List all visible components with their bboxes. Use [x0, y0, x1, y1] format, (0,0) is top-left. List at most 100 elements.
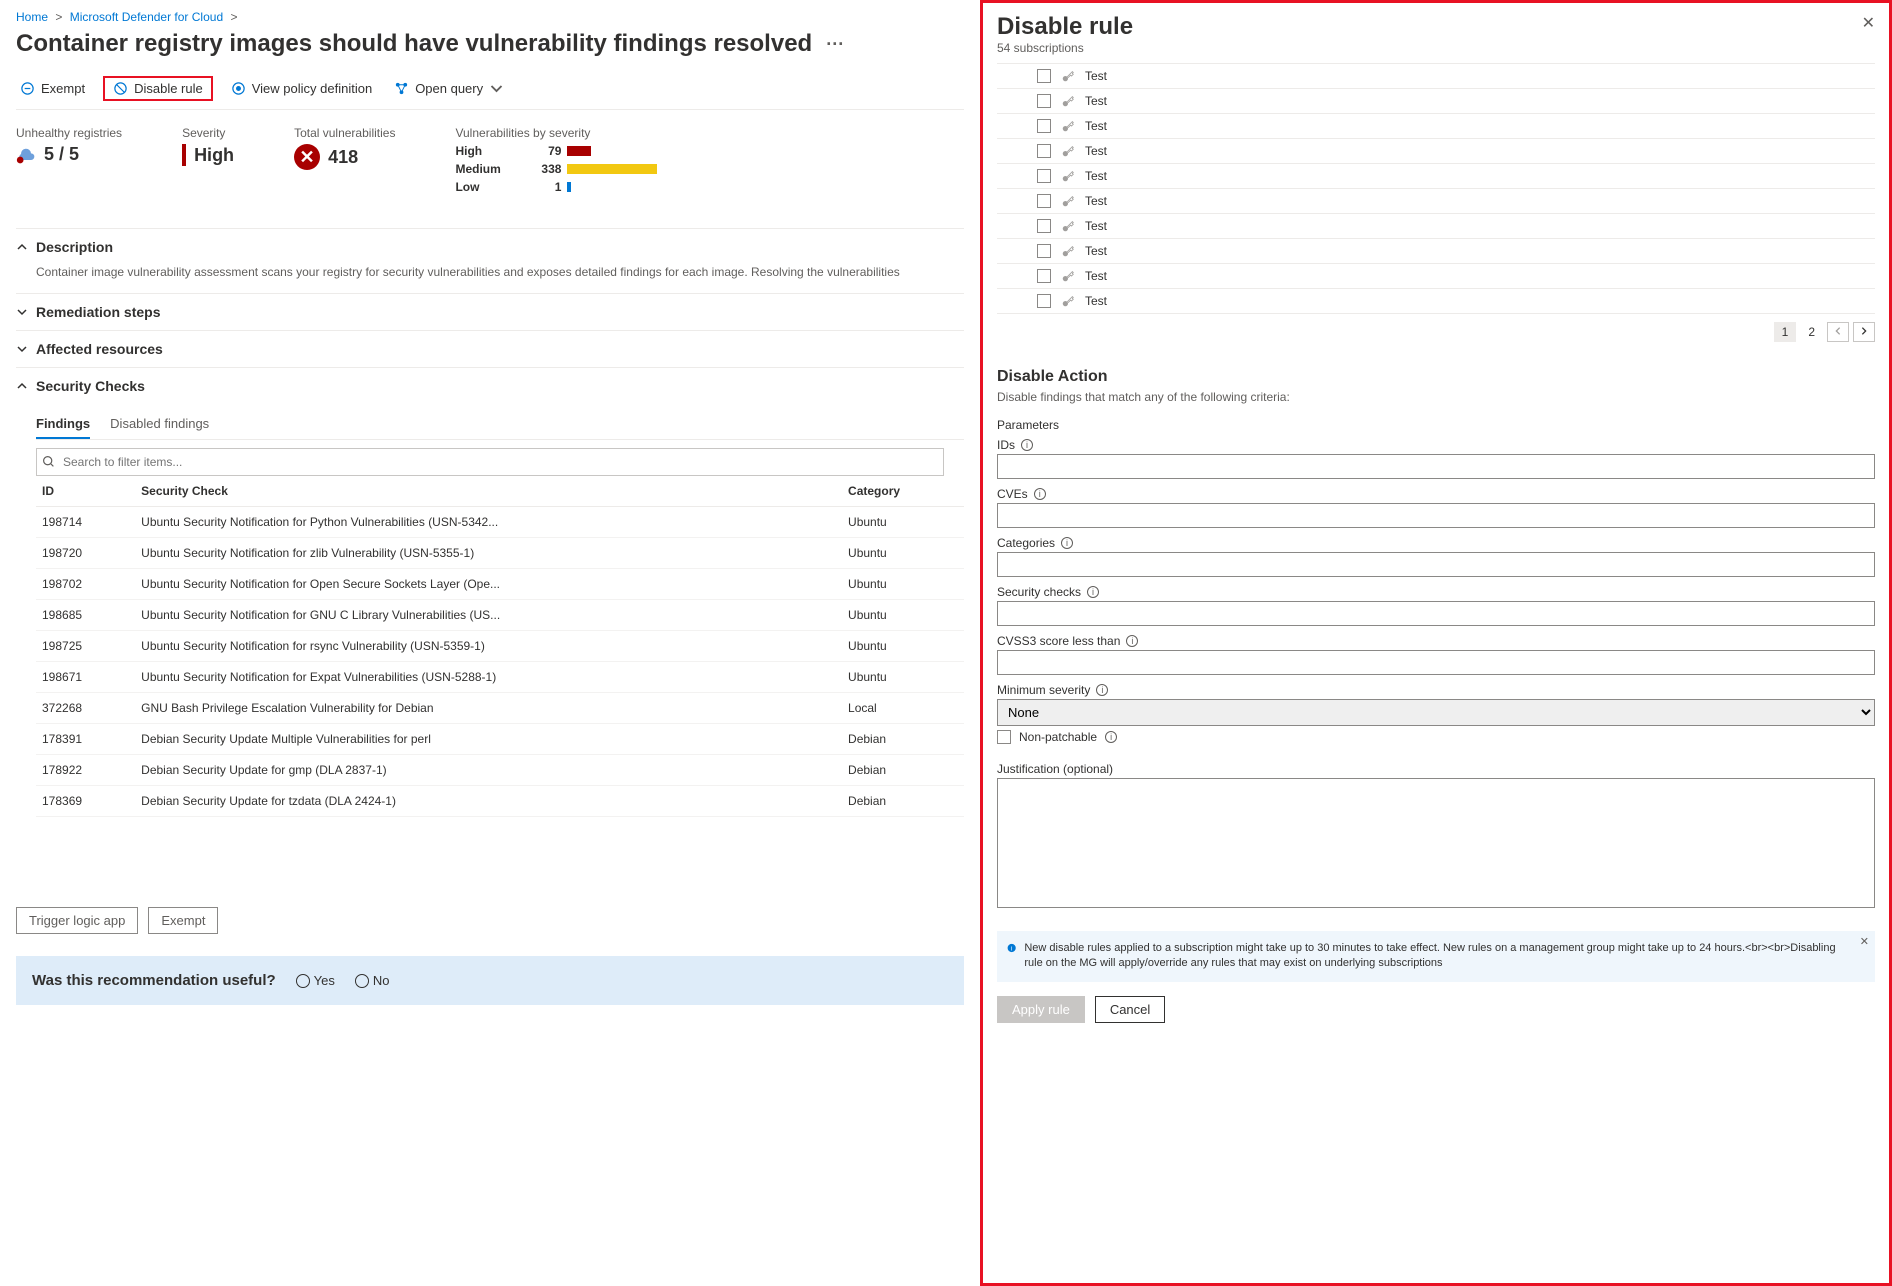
page-2[interactable]: 2	[1800, 322, 1823, 342]
key-icon	[1061, 119, 1075, 133]
breadcrumb-mdc[interactable]: Microsoft Defender for Cloud	[70, 10, 223, 24]
policy-icon	[231, 81, 246, 96]
cves-field[interactable]	[997, 503, 1875, 528]
categories-label: Categoriesi	[997, 536, 1875, 550]
page-title: Container registry images should have vu…	[16, 30, 964, 58]
table-row[interactable]: 198685Ubuntu Security Notification for G…	[36, 600, 964, 631]
section-checks-header[interactable]: Security Checks	[16, 368, 964, 404]
info-icon[interactable]: i	[1096, 684, 1108, 696]
subscription-checkbox[interactable]	[1037, 169, 1051, 183]
table-row[interactable]: 372268GNU Bash Privilege Escalation Vuln…	[36, 693, 964, 724]
view-policy-button[interactable]: View policy definition	[227, 79, 376, 98]
table-row[interactable]: 198720Ubuntu Security Notification for z…	[36, 538, 964, 569]
subscription-row[interactable]: Test	[997, 64, 1875, 89]
info-icon[interactable]: i	[1061, 537, 1073, 549]
section-description-header[interactable]: Description	[16, 229, 964, 265]
table-row[interactable]: 178369Debian Security Update for tzdata …	[36, 786, 964, 817]
subscription-row[interactable]: Test	[997, 214, 1875, 239]
subscription-row[interactable]: Test	[997, 139, 1875, 164]
disable-rule-button[interactable]: Disable rule	[103, 76, 213, 101]
subscription-checkbox[interactable]	[1037, 69, 1051, 83]
more-icon[interactable]: ···	[826, 34, 844, 55]
subscription-row[interactable]: Test	[997, 289, 1875, 314]
info-icon[interactable]: i	[1034, 488, 1046, 500]
disable-rule-panel: Disable rule 54 subscriptions ✕ Test Tes…	[980, 0, 1892, 1286]
info-icon[interactable]: i	[1126, 635, 1138, 647]
trigger-logic-app-button[interactable]: Trigger logic app	[16, 907, 138, 934]
open-query-button[interactable]: Open query	[390, 79, 508, 98]
col-id[interactable]: ID	[36, 476, 135, 507]
min-sev-label: Minimum severityi	[997, 683, 1875, 697]
subscription-checkbox[interactable]	[1037, 244, 1051, 258]
tab-disabled-findings[interactable]: Disabled findings	[110, 410, 209, 439]
subscription-checkbox[interactable]	[1037, 219, 1051, 233]
min-severity-select[interactable]: None	[997, 699, 1875, 726]
chevron-left-icon	[1833, 326, 1843, 336]
metric-severity: Severity High	[182, 126, 234, 198]
notice-close-icon[interactable]: ✕	[1860, 935, 1869, 950]
subscription-row[interactable]: Test	[997, 114, 1875, 139]
subscription-row[interactable]: Test	[997, 239, 1875, 264]
chevron-up-icon	[16, 241, 28, 253]
col-check[interactable]: Security Check	[135, 476, 842, 507]
subscription-row[interactable]: Test	[997, 89, 1875, 114]
apply-rule-button[interactable]: Apply rule	[997, 996, 1085, 1023]
parameters-label: Parameters	[997, 418, 1875, 432]
page-1[interactable]: 1	[1774, 322, 1797, 342]
subscription-checkbox[interactable]	[1037, 194, 1051, 208]
non-patchable-checkbox[interactable]	[997, 730, 1011, 744]
bar-medium-icon	[567, 164, 657, 174]
subscription-row[interactable]: Test	[997, 189, 1875, 214]
info-icon[interactable]: i	[1105, 731, 1117, 743]
info-icon[interactable]: i	[1087, 586, 1099, 598]
disable-action-title: Disable Action	[997, 368, 1875, 386]
table-row[interactable]: 178922Debian Security Update for gmp (DL…	[36, 755, 964, 786]
section-affected-header[interactable]: Affected resources	[16, 331, 964, 367]
key-icon	[1061, 219, 1075, 233]
page-prev[interactable]	[1827, 322, 1849, 342]
subscription-checkbox[interactable]	[1037, 94, 1051, 108]
categories-field[interactable]	[997, 552, 1875, 577]
info-icon[interactable]: i	[1021, 439, 1033, 451]
subscription-row[interactable]: Test	[997, 164, 1875, 189]
key-icon	[1061, 69, 1075, 83]
key-icon	[1061, 94, 1075, 108]
section-remediation-header[interactable]: Remediation steps	[16, 294, 964, 330]
feedback-yes[interactable]: Yes	[296, 973, 335, 988]
table-row[interactable]: 198725Ubuntu Security Notification for r…	[36, 631, 964, 662]
checks-field[interactable]	[997, 601, 1875, 626]
severity-bar-icon	[182, 144, 186, 166]
cves-label: CVEsi	[997, 487, 1875, 501]
subscription-checkbox[interactable]	[1037, 294, 1051, 308]
subscription-checkbox[interactable]	[1037, 269, 1051, 283]
feedback-no[interactable]: No	[355, 973, 390, 988]
panel-subtitle: 54 subscriptions	[997, 41, 1133, 55]
metric-total: Total vulnerabilities ✕418	[294, 126, 395, 198]
ids-field[interactable]	[997, 454, 1875, 479]
cvss-label: CVSS3 score less thani	[997, 634, 1875, 648]
table-row[interactable]: 198702Ubuntu Security Notification for O…	[36, 569, 964, 600]
subscription-checkbox[interactable]	[1037, 119, 1051, 133]
search-input[interactable]	[36, 448, 944, 476]
table-row[interactable]: 178391Debian Security Update Multiple Vu…	[36, 724, 964, 755]
table-row[interactable]: 198714Ubuntu Security Notification for P…	[36, 507, 964, 538]
key-icon	[1061, 269, 1075, 283]
col-category[interactable]: Category	[842, 476, 964, 507]
bar-high-icon	[567, 146, 591, 156]
key-icon	[1061, 194, 1075, 208]
breadcrumb-home[interactable]: Home	[16, 10, 48, 24]
cvss-field[interactable]	[997, 650, 1875, 675]
close-icon[interactable]: ✕	[1862, 13, 1875, 63]
cancel-button[interactable]: Cancel	[1095, 996, 1165, 1023]
disable-action-desc: Disable findings that match any of the f…	[997, 390, 1875, 404]
subscription-checkbox[interactable]	[1037, 144, 1051, 158]
subscription-row[interactable]: Test	[997, 264, 1875, 289]
justification-field[interactable]	[997, 778, 1875, 908]
svg-text:i: i	[1011, 945, 1012, 952]
bar-low-icon	[567, 182, 571, 192]
page-next[interactable]	[1853, 322, 1875, 342]
exempt-bottom-button[interactable]: Exempt	[148, 907, 218, 934]
tab-findings[interactable]: Findings	[36, 410, 90, 439]
exempt-button[interactable]: Exempt	[16, 79, 89, 98]
table-row[interactable]: 198671Ubuntu Security Notification for E…	[36, 662, 964, 693]
